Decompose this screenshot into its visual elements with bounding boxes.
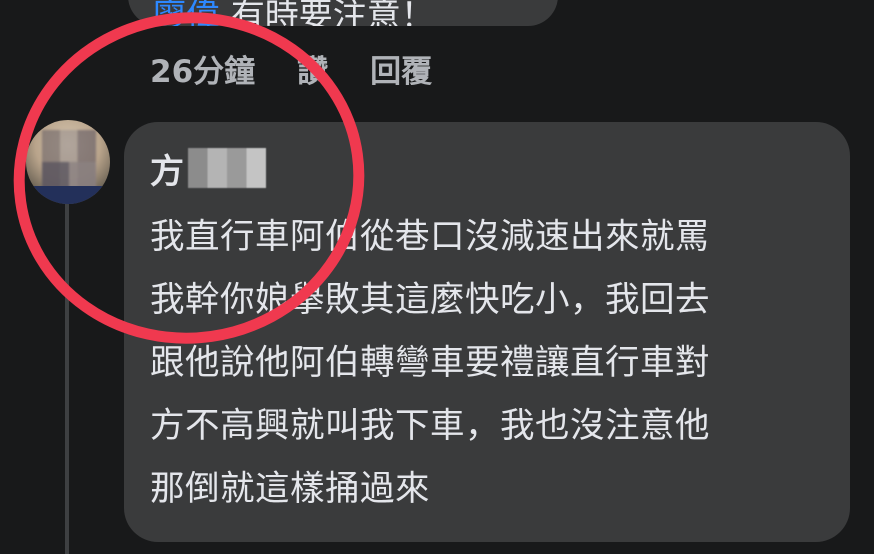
thread-connector-line [65,200,69,554]
avatar-shoulder [26,186,110,204]
comment-line: 跟他說他阿伯轉彎車要禮讓直行車對 [150,343,710,383]
like-button[interactable]: 讚 [297,50,328,94]
comment-body: 我直行車阿伯從巷口沒減速出來就罵 我幹你娘擧敗其這麼快吃小，我回去 跟他說他阿伯… [150,206,830,521]
previous-comment-body: 有時要注意！ [230,0,435,26]
comment-line: 方不高興就叫我下車，我也沒注意他 [150,406,710,446]
comment-timestamp[interactable]: 26分鐘 [150,50,255,94]
comment-line: 那倒就這樣捅過來 [150,469,430,509]
author-name-blurred [188,148,266,188]
previous-comment-mention-link[interactable]: 廖偉 [152,0,220,26]
comment-thread: 廖偉 有時要注意！ 26分鐘 讚 回覆 方 我直行車阿伯從巷口沒減速出來就罵 我… [0,0,874,554]
comment-line: 我直行車阿伯從巷口沒減速出來就罵 [150,217,710,257]
author-name-visible: 方 [150,151,184,192]
avatar-pixelated-face [42,130,96,194]
previous-comment-bubble: 廖偉 有時要注意！ [128,0,558,26]
comment-author-name[interactable]: 方 [150,146,266,192]
reply-button[interactable]: 回覆 [370,50,432,94]
previous-comment-text: 廖偉 有時要注意！ [152,0,435,26]
avatar[interactable] [26,120,110,204]
comment-line: 我幹你娘擧敗其這麼快吃小，我回去 [150,280,710,320]
previous-comment-actions: 26分鐘 讚 回覆 [150,50,432,94]
